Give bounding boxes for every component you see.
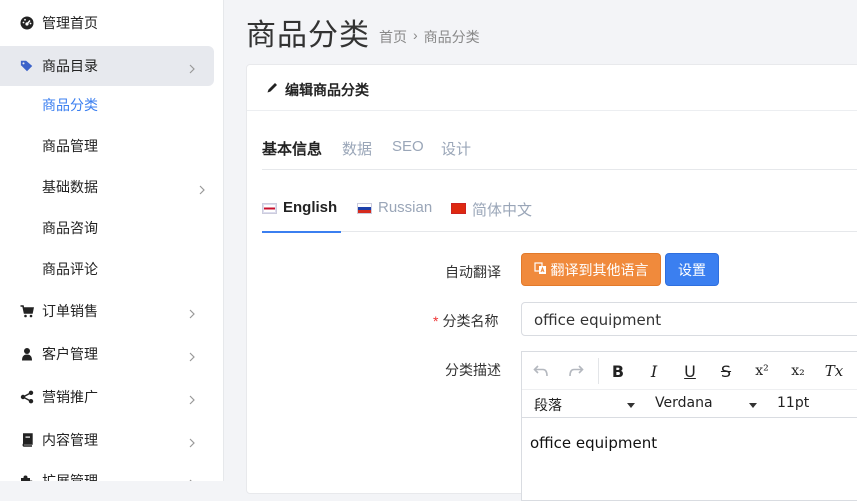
sidebar-item-label: 管理首页	[42, 15, 98, 31]
sidebar-subitem-label: 商品评论	[42, 261, 98, 277]
sidebar-item-label: 客户管理	[42, 346, 98, 362]
chevron-right-icon	[188, 349, 196, 362]
sidebar-subitem-label: 商品分类	[42, 97, 98, 113]
redo-icon[interactable]	[565, 360, 587, 382]
tab-design[interactable]: 设计	[441, 137, 471, 170]
china-flag-icon	[451, 203, 466, 214]
bold-button[interactable]: B	[607, 360, 629, 382]
tab-data[interactable]: 数据	[342, 137, 372, 170]
breadcrumb-separator: ›	[413, 27, 418, 43]
breadcrumb-home-link[interactable]: 首页	[379, 27, 407, 47]
tab-basic-info[interactable]: 基本信息	[262, 137, 322, 170]
sidebar-subitem-products[interactable]: 商品管理	[0, 128, 214, 164]
chevron-right-icon	[188, 306, 196, 319]
sidebar-subitem-category[interactable]: 商品分类	[0, 87, 214, 123]
paragraph-select[interactable]: 段落	[534, 395, 562, 415]
font-select[interactable]: Verdana	[655, 395, 713, 411]
tab-lang-chinese[interactable]: 简体中文	[451, 199, 532, 232]
sidebar-subitem-label: 基础数据	[42, 179, 98, 195]
sidebar-subitem-label: 商品管理	[42, 138, 98, 154]
sidebar-subitem-label: 商品咨询	[42, 220, 98, 236]
sidebar-item-content[interactable]: 内容管理	[0, 420, 214, 460]
category-name-label-text: 分类名称	[442, 313, 499, 329]
breadcrumb: 首页 › 商品分类	[379, 27, 480, 47]
sidebar-item-label: 内容管理	[42, 432, 98, 448]
section-tabs: 基本信息 数据 SEO 设计	[262, 137, 857, 170]
breadcrumb-current: 商品分类	[423, 29, 480, 45]
sidebar-item-extensions[interactable]: 扩展管理	[0, 461, 214, 481]
extension-icon	[20, 474, 34, 481]
category-name-input[interactable]: office equipment	[521, 302, 857, 336]
required-mark: *	[433, 313, 439, 329]
chevron-down-icon[interactable]	[627, 403, 635, 408]
undo-icon[interactable]	[530, 360, 552, 382]
strikethrough-button[interactable]: S	[715, 360, 737, 382]
page-title: 商品分类	[246, 18, 370, 53]
sidebar: 管理首页 商品目录 商品分类 商品管理 基础数据 商品咨询 商品评论 订单销售	[0, 0, 224, 481]
sidebar-item-catalog[interactable]: 商品目录	[0, 46, 214, 86]
share-icon	[20, 390, 34, 404]
translate-icon	[533, 261, 547, 278]
user-icon	[20, 347, 34, 361]
font-size-select[interactable]: 11pt	[777, 395, 809, 411]
lang-label: 简体中文	[472, 202, 533, 219]
book-icon	[20, 433, 34, 447]
chevron-right-icon	[198, 182, 206, 195]
description-editor: B I U S x² x₂ Tx 段落 Verdana 11pt office …	[521, 351, 857, 501]
sidebar-subitem-basic-data[interactable]: 基础数据	[0, 169, 214, 205]
pencil-icon	[266, 81, 279, 94]
editor-format-bar: 段落 Verdana 11pt	[522, 390, 857, 418]
sidebar-item-dashboard[interactable]: 管理首页	[0, 3, 214, 43]
lang-label: English	[283, 199, 338, 216]
sidebar-item-label: 扩展管理	[42, 473, 98, 481]
edit-category-card: 编辑商品分类 基本信息 数据 SEO 设计 English Russian 简体…	[246, 64, 857, 501]
sidebar-subitem-inquiries[interactable]: 商品咨询	[0, 210, 214, 246]
subscript-button[interactable]: x₂	[787, 360, 809, 382]
category-name-label: * 分类名称	[433, 311, 498, 331]
lang-label: Russian	[378, 199, 433, 216]
sidebar-subitem-reviews[interactable]: 商品评论	[0, 251, 214, 287]
auto-translate-label: 自动翻译	[445, 264, 501, 280]
sidebar-item-customers[interactable]: 客户管理	[0, 334, 214, 374]
translate-button-label: 翻译到其他语言	[550, 261, 649, 278]
russia-flag-icon	[357, 203, 372, 214]
sidebar-item-label: 营销推广	[42, 389, 98, 405]
toolbar-divider	[598, 358, 599, 384]
chevron-right-icon	[188, 392, 196, 405]
chevron-right-icon	[188, 435, 196, 448]
clear-format-button[interactable]: Tx	[823, 360, 845, 382]
category-description-label: 分类描述	[445, 362, 501, 378]
dashboard-icon	[20, 16, 34, 30]
chevron-right-icon	[188, 61, 196, 74]
language-tabs: English Russian 简体中文	[262, 199, 857, 233]
editor-content[interactable]: office equipment	[530, 434, 657, 452]
tab-lang-english[interactable]: English	[262, 199, 342, 233]
underline-button[interactable]: U	[679, 360, 701, 382]
tab-seo[interactable]: SEO	[392, 137, 424, 170]
main-content: 商品分类 首页 › 商品分类 编辑商品分类 基本信息 数据 SEO 设计 Eng…	[225, 0, 857, 501]
chevron-right-icon	[188, 476, 196, 481]
italic-button[interactable]: I	[643, 360, 665, 382]
card-title: 编辑商品分类	[285, 82, 369, 98]
translate-button[interactable]: 翻译到其他语言	[521, 253, 661, 286]
settings-button[interactable]: 设置	[665, 253, 719, 286]
cart-icon	[20, 304, 34, 318]
sidebar-item-orders[interactable]: 订单销售	[0, 291, 214, 331]
chevron-down-icon[interactable]	[749, 403, 757, 408]
tag-icon	[20, 59, 34, 73]
sidebar-item-marketing[interactable]: 营销推广	[0, 377, 214, 417]
uk-flag-icon	[262, 203, 277, 214]
editor-toolbar: B I U S x² x₂ Tx	[522, 352, 857, 390]
card-header: 编辑商品分类	[247, 65, 857, 111]
sidebar-item-label: 订单销售	[42, 303, 98, 319]
tab-lang-russian[interactable]: Russian	[357, 199, 432, 232]
superscript-button[interactable]: x²	[751, 360, 773, 382]
sidebar-item-label: 商品目录	[42, 58, 98, 74]
